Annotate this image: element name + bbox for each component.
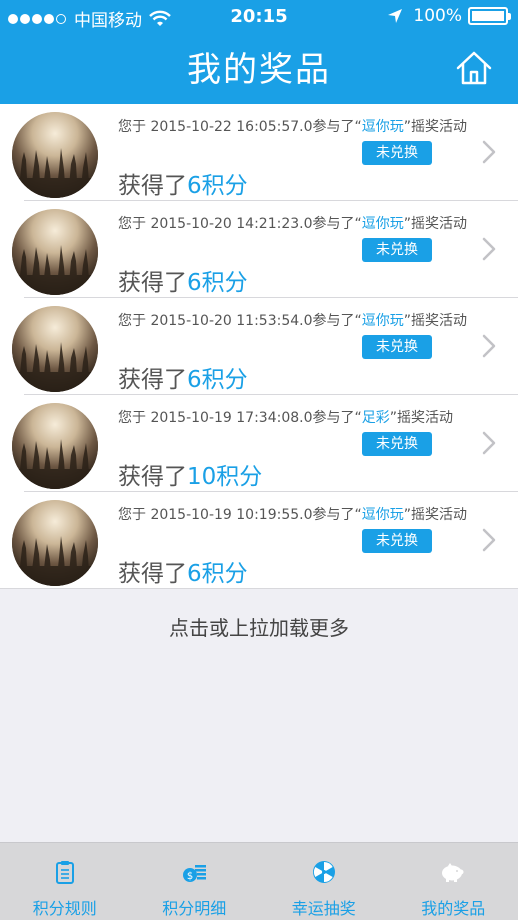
chevron-right-icon <box>482 431 496 455</box>
list-item[interactable]: 您于 2015-10-20 11:53:54.0参与了“逗你玩”摇奖活动 未兑换… <box>0 298 518 395</box>
activity-name: 足彩 <box>361 410 390 426</box>
prize-description: 您于 2015-10-19 10:19:55.0参与了“逗你玩”摇奖活动 <box>118 507 468 523</box>
chevron-right-icon <box>482 237 496 261</box>
money-icon: $ <box>183 865 207 882</box>
tab-label: 积分规则 <box>32 899 97 918</box>
activity-thumbnail <box>12 306 98 392</box>
prize-description: 您于 2015-10-22 16:05:57.0参与了“逗你玩”摇奖活动 <box>118 119 468 135</box>
points-value: 10积分 <box>187 464 263 490</box>
prize-amount: 获得了6积分 <box>118 367 248 393</box>
tab-label: 积分明细 <box>162 899 227 918</box>
prize-list: 您于 2015-10-22 16:05:57.0参与了“逗你玩”摇奖活动 未兑换… <box>0 104 518 589</box>
tab-bar: 积分规则 $ 积分明细 幸运抽奖 我的奖品 <box>0 842 518 920</box>
list-item[interactable]: 您于 2015-10-19 17:34:08.0参与了“足彩”摇奖活动 未兑换 … <box>0 395 518 492</box>
activity-thumbnail <box>12 403 98 489</box>
home-icon[interactable] <box>454 48 494 88</box>
status-badge: 未兑换 <box>362 529 432 553</box>
page-title: 我的奖品 <box>187 50 331 90</box>
header-bar: 中国移动 20:15 100% 我的奖品 <box>0 0 518 104</box>
status-badge: 未兑换 <box>362 238 432 262</box>
prize-amount: 获得了6积分 <box>118 561 248 587</box>
tab-label: 我的奖品 <box>421 899 486 918</box>
activity-thumbnail <box>12 209 98 295</box>
points-value: 6积分 <box>187 270 248 296</box>
wheel-icon <box>312 861 335 883</box>
tab-points-detail[interactable]: $ 积分明细 <box>130 843 260 920</box>
list-item[interactable]: 您于 2015-10-20 14:21:23.0参与了“逗你玩”摇奖活动 未兑换… <box>0 201 518 298</box>
activity-thumbnail <box>12 500 98 586</box>
points-value: 6积分 <box>187 561 248 587</box>
load-more-button[interactable]: 点击或上拉加载更多 <box>0 612 518 641</box>
activity-name: 逗你玩 <box>361 216 404 232</box>
battery-percent: 100% <box>413 6 462 26</box>
piggy-bank-icon <box>442 863 464 882</box>
clipboard-icon <box>55 861 74 884</box>
prize-amount: 获得了6积分 <box>118 173 248 199</box>
prize-description: 您于 2015-10-19 17:34:08.0参与了“足彩”摇奖活动 <box>118 410 454 426</box>
list-item[interactable]: 您于 2015-10-19 10:19:55.0参与了“逗你玩”摇奖活动 未兑换… <box>0 492 518 589</box>
prize-amount: 获得了6积分 <box>118 270 248 296</box>
chevron-right-icon <box>482 140 496 164</box>
tab-points-rules[interactable]: 积分规则 <box>0 843 130 920</box>
location-arrow-icon <box>388 9 403 23</box>
activity-thumbnail <box>12 112 98 198</box>
activity-name: 逗你玩 <box>361 507 404 523</box>
points-value: 6积分 <box>187 173 248 199</box>
status-right: 100% <box>387 6 511 26</box>
points-value: 6积分 <box>187 367 248 393</box>
status-bar: 中国移动 20:15 100% <box>0 0 518 34</box>
tab-label: 幸运抽奖 <box>291 899 356 918</box>
status-badge: 未兑换 <box>362 335 432 359</box>
tab-lucky-draw[interactable]: 幸运抽奖 <box>259 843 389 920</box>
chevron-right-icon <box>482 528 496 552</box>
activity-name: 逗你玩 <box>361 313 404 329</box>
svg-text:$: $ <box>187 871 193 882</box>
chevron-right-icon <box>482 334 496 358</box>
battery-icon <box>468 7 511 25</box>
activity-name: 逗你玩 <box>361 119 404 135</box>
prize-description: 您于 2015-10-20 14:21:23.0参与了“逗你玩”摇奖活动 <box>118 216 468 232</box>
status-badge: 未兑换 <box>362 432 432 456</box>
status-badge: 未兑换 <box>362 141 432 165</box>
prize-amount: 获得了10积分 <box>118 464 263 490</box>
prize-description: 您于 2015-10-20 11:53:54.0参与了“逗你玩”摇奖活动 <box>118 313 468 329</box>
list-item[interactable]: 您于 2015-10-22 16:05:57.0参与了“逗你玩”摇奖活动 未兑换… <box>0 104 518 201</box>
tab-my-prizes[interactable]: 我的奖品 <box>389 843 518 920</box>
